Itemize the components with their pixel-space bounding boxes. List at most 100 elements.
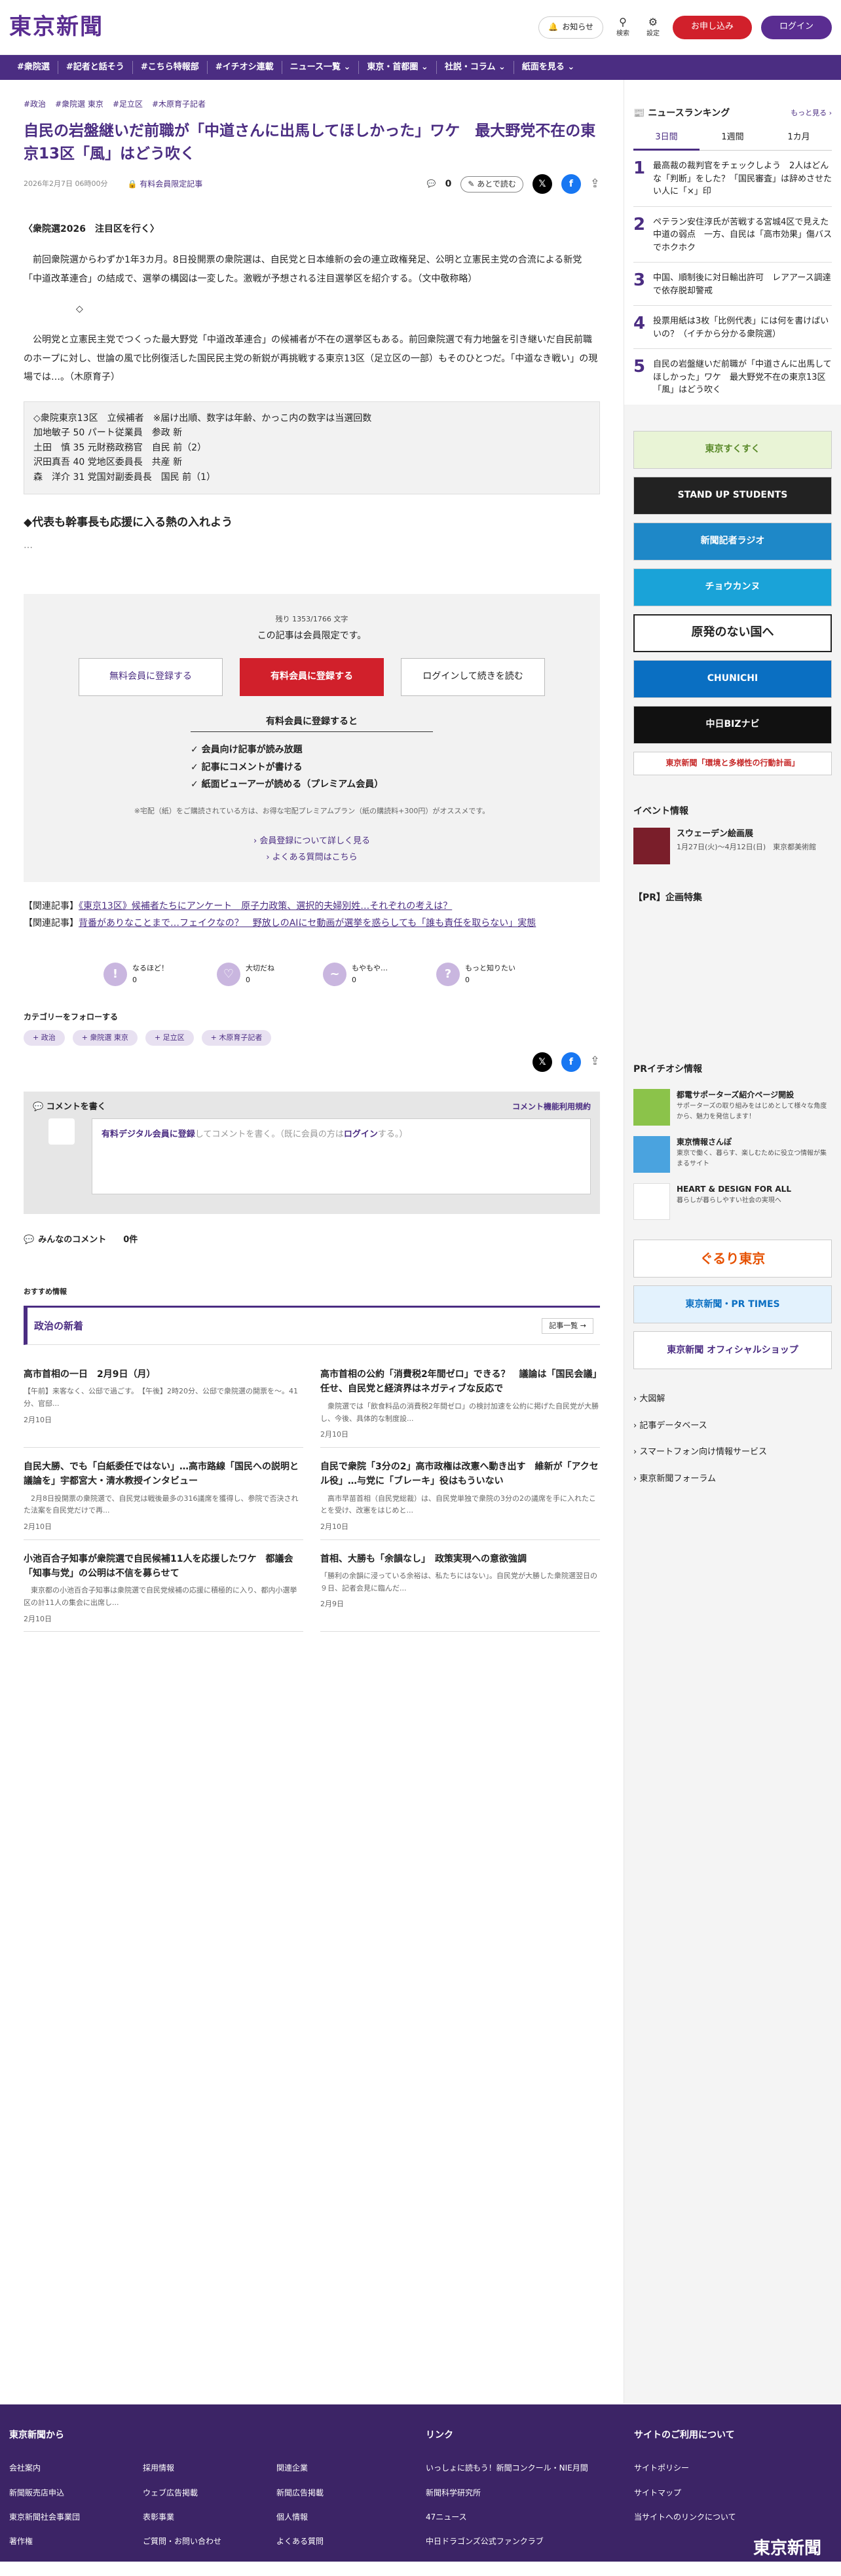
footer-link[interactable]: 採用情報 — [143, 2462, 276, 2475]
footer-link[interactable]: いっしょに読もう！新聞コンクール・NIE月間 — [426, 2462, 634, 2475]
search-button[interactable]: ⚲ 検索 — [612, 16, 633, 39]
footer-link[interactable]: 会社案内 — [9, 2462, 143, 2475]
faq-link[interactable]: › よくある質問はこちら — [50, 851, 574, 865]
banner[interactable]: 東京新聞 オフィシャルショップ — [633, 1331, 832, 1369]
pr-item[interactable]: HEART & DESIGN FOR ALL 暮らしが暮らしやすい社会の実現へ — [633, 1183, 832, 1220]
facebook-share-icon[interactable]: f — [561, 1052, 581, 1072]
footer-link[interactable]: よくある質問 — [276, 2535, 410, 2548]
reaction-button[interactable]: ~ もやもや… 0 — [323, 963, 388, 987]
tag-link[interactable]: #衆院選 東京 — [55, 98, 103, 111]
ranking-item[interactable]: 1 最高裁の裁判官をチェックしよう 2人はどんな「判断」をした？「国民審査」は辞め… — [633, 151, 832, 207]
banner[interactable]: 原発のない国へ — [633, 614, 832, 652]
x-share-icon[interactable]: 𝕏 — [532, 1052, 552, 1072]
free-register-button[interactable]: 無料会員に登録する — [79, 657, 223, 696]
event-widget: イベント情報 スウェーデン絵画展 1月27日(火)～4月12日(日) 東京都美術館… — [624, 804, 841, 906]
news-list-link[interactable]: 記事一覧 → — [542, 1318, 593, 1334]
reaction-button[interactable]: ! なるほど！ 0 — [103, 963, 168, 987]
read-later-button[interactable]: ✎ あとで読む — [460, 175, 523, 193]
nav-item[interactable]: #衆院選 — [9, 60, 58, 75]
nav-item[interactable]: 東京・首都圏 ⌄ — [359, 60, 437, 75]
banner[interactable]: CHUNICHI — [633, 659, 832, 698]
banner[interactable]: 中日BIZナビ — [633, 705, 832, 744]
banner[interactable]: STAND UP STUDENTS — [633, 476, 832, 515]
footer-link[interactable]: 新聞販売店申込 — [9, 2487, 143, 2499]
follow-tag[interactable]: + 木原育子記者 — [201, 1030, 272, 1046]
nav-item[interactable]: 社説・コラム ⌄ — [437, 60, 514, 75]
site-logo[interactable]: 東京新聞 — [9, 9, 103, 45]
nav-item[interactable]: #こちら特報部 — [133, 60, 208, 75]
banner[interactable]: 東京すくすく — [633, 430, 832, 469]
news-card[interactable]: 首相、大勝も「余韻なし」 政策実現への意欲強調 「勝利の余韻に浸っている余裕は、私… — [320, 1540, 600, 1632]
event-item[interactable]: スウェーデン絵画展 1月27日(火)～4月12日(日) 東京都美術館 — [633, 828, 832, 865]
follow-tag[interactable]: + 足立区 — [145, 1030, 194, 1046]
related-link[interactable]: 背番がありなことまで…フェイクなの？ 野放しのAIにセ動画が選挙を惑らしても「誰… — [79, 918, 536, 929]
subscribe-button[interactable]: お申し込み — [672, 15, 752, 39]
footer-link[interactable]: ウェブ広告掲載 — [143, 2487, 276, 2499]
banner[interactable]: チョウカンヌ — [633, 568, 832, 606]
login-continue-button[interactable]: ログインして続きを読む — [401, 657, 545, 696]
member-info-link[interactable]: › 会員登録について詳しく見る — [50, 835, 574, 849]
ranking-item[interactable]: 3 中国、順制後に対日輸出許可 レアアース調達で依存脱却警戒 — [633, 263, 832, 306]
comment-input[interactable]: 有料デジタル会員に登録してコメントを書く。（既に会員の方はログインする。） — [92, 1118, 591, 1194]
footer-link[interactable]: 当サイトへのリンクについて — [634, 2511, 831, 2524]
related-link[interactable]: 《東京13区》候補者たちにアンケート 原子力政策、選択的夫婦別姓…それぞれの考え… — [79, 901, 452, 911]
nav-item[interactable]: #イチオシ連載 — [208, 60, 282, 75]
pr-item[interactable]: 東京情報さんぽ 東京で働く、暮らす、楽しむために役立つ情報が集まるサイト — [633, 1135, 832, 1173]
side-link[interactable]: › 大図解 — [633, 1386, 832, 1413]
footer-link[interactable]: 個人情報 — [276, 2511, 410, 2524]
news-card[interactable]: 高市首相の公約「消費税2年間ゼロ」できる？ 議論は「国民会議」任せ、自民党と経済… — [320, 1355, 600, 1448]
share-icon[interactable]: ⇪ — [590, 175, 600, 194]
news-card[interactable]: 自民大勝、でも「白紙委任ではない」…高市路線「国民への説明と議論を」宇都宮大・清… — [24, 1448, 303, 1540]
footer-link[interactable]: サイトマップ — [634, 2487, 831, 2499]
banner[interactable]: ぐるり東京 — [633, 1239, 832, 1278]
tag-link[interactable]: #木原育子記者 — [152, 98, 206, 111]
login-link[interactable]: ログイン — [344, 1130, 378, 1139]
footer-link[interactable]: 新聞科学研究所 — [426, 2487, 634, 2499]
footer-link[interactable]: 表彰事業 — [143, 2511, 276, 2524]
ranking-item[interactable]: 4 投票用紙は3枚「比例代表」には何を書けばいいの？（イチから分かる衆院選） — [633, 306, 832, 350]
puzzled-icon: ~ — [323, 963, 346, 987]
banner[interactable]: 東京新聞「環境と多様性の行動計画」 — [633, 751, 832, 775]
news-card[interactable]: 小池百合子知事が衆院選で自民候補11人を応援したワケ 都議会「知事与党」の公明は… — [24, 1540, 303, 1632]
footer-link[interactable]: 東京新聞社会事業団 — [9, 2511, 143, 2524]
footer-link[interactable]: サイトポリシー — [634, 2462, 831, 2475]
ranking-tab[interactable]: 1カ月 — [766, 131, 832, 151]
follow-tag[interactable]: + 政治 — [24, 1030, 65, 1046]
nav-item[interactable]: ニュース一覧 ⌄ — [282, 60, 360, 75]
login-button[interactable]: ログイン — [760, 15, 832, 39]
register-link[interactable]: 有料デジタル会員に登録 — [102, 1130, 195, 1139]
footer-link[interactable]: 47ニュース — [426, 2511, 634, 2524]
footer-link[interactable]: 著作権 — [9, 2535, 143, 2548]
ranking-tab[interactable]: 1週間 — [700, 131, 766, 151]
share-icon[interactable]: ⇪ — [590, 1052, 600, 1072]
reaction-button[interactable]: ♡ 大切だね 0 — [217, 963, 274, 987]
side-link[interactable]: › 記事データベース — [633, 1413, 832, 1440]
follow-tag[interactable]: + 衆院選 東京 — [72, 1030, 138, 1046]
ranking-item[interactable]: 2 ペテラン安住淳氏が苦戦する宮城4区で見えた中道の弱点 一方、自民は「高市効果」… — [633, 207, 832, 263]
footer-link[interactable]: 関連企業 — [276, 2462, 410, 2475]
side-link[interactable]: › 東京新聞フォーラム — [633, 1466, 832, 1493]
ranking-tab[interactable]: 3日間 — [633, 131, 700, 151]
footer-link[interactable]: 新聞広告掲載 — [276, 2487, 410, 2499]
settings-button[interactable]: ⚙ 設定 — [643, 16, 663, 39]
banner[interactable]: 新聞記者ラジオ — [633, 522, 832, 561]
x-share-icon[interactable]: 𝕏 — [532, 174, 552, 194]
side-link[interactable]: › スマートフォン向け情報サービス — [633, 1439, 832, 1466]
news-card[interactable]: 高市首相の一日 2月9日（月） 【午前】来客なく、公邸で過ごす。 【午後】2時20… — [24, 1355, 303, 1448]
footer-link[interactable]: ご質問・お問い合わせ — [143, 2535, 276, 2548]
notice-button[interactable]: 🔔 お知らせ — [538, 16, 603, 39]
banner[interactable]: 東京新聞・PR TIMES — [633, 1285, 832, 1323]
pr-item[interactable]: 都電サポーターズ紹介ページ開設 サポーターズの取り組みをはじめとして様々な角度から… — [633, 1088, 832, 1126]
comment-rules-link[interactable]: コメント機能利用規約 — [512, 1101, 591, 1114]
reaction-button[interactable]: ? もっと知りたい 0 — [436, 963, 515, 987]
tag-link[interactable]: #政治 — [24, 98, 46, 111]
facebook-share-icon[interactable]: f — [561, 174, 581, 194]
footer-link[interactable]: 中日ドラゴンズ公式ファンクラブ — [426, 2535, 634, 2548]
nav-item[interactable]: #記者と話そう — [58, 60, 133, 75]
paid-register-button[interactable]: 有料会員に登録する — [240, 657, 384, 696]
tag-link[interactable]: #足立区 — [113, 98, 143, 111]
ranking-item[interactable]: 5 自民の岩盤継いだ前職が「中道さんに出馬してほしかった」ワケ 最大野党不在の東京… — [633, 349, 832, 405]
news-card[interactable]: 自民で衆院「3分の2」高市政権は改憲へ動き出す 維新が「アクセル役」…与党に「ブ… — [320, 1448, 600, 1540]
nav-item[interactable]: 紙面を見る ⌄ — [514, 61, 582, 75]
ranking-more-link[interactable]: もっと見る › — [791, 107, 832, 119]
